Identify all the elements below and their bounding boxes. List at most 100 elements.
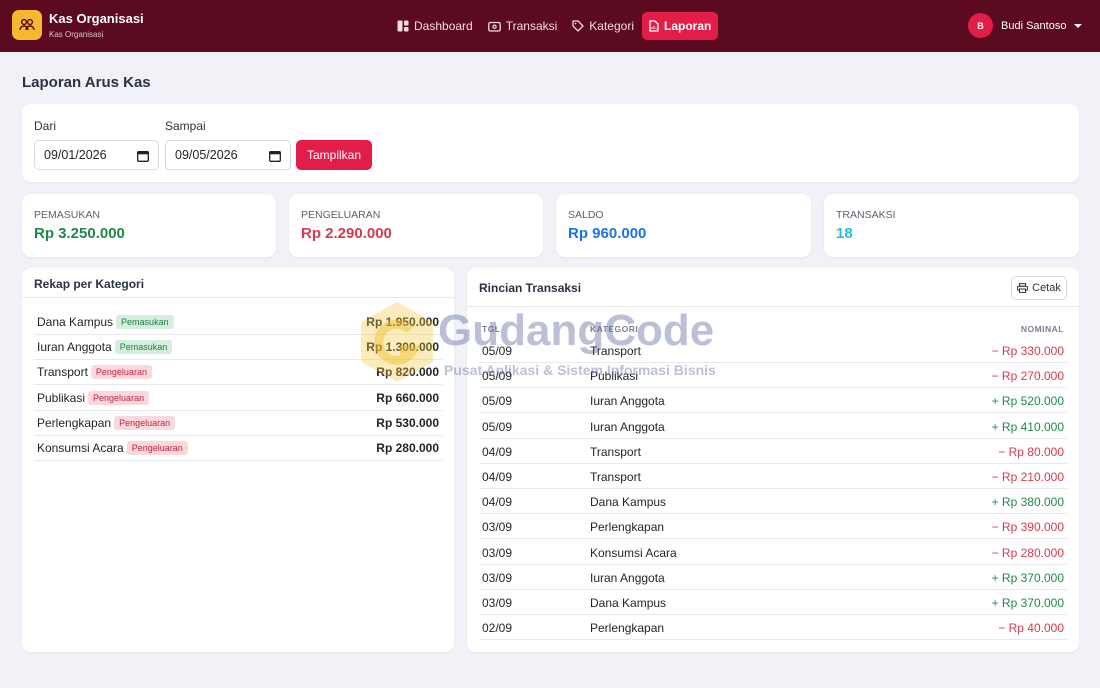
nav-kategori[interactable]: Kategori xyxy=(565,12,641,40)
row-category: Perlengkapan xyxy=(590,621,665,636)
row-category: Dana Kampus xyxy=(590,495,667,510)
from-date-value: 09/01/2026 xyxy=(44,148,107,162)
rekap-amount: Rp 1.950.000 xyxy=(366,315,439,329)
nav-laporan-label: Laporan xyxy=(664,19,712,33)
rekap-title: Rekap per Kategori xyxy=(34,277,145,291)
table-row: 04/09 Transport − Rp 80.000 xyxy=(479,439,1067,464)
rekap-amount: Rp 530.000 xyxy=(376,415,439,430)
rincian-card: Rincian Transaksi Cetak TGL KATEGORI NOM… xyxy=(467,268,1079,652)
rekap-category: Perlengkapan xyxy=(37,415,112,430)
to-date-input[interactable]: 09/05/2026 xyxy=(165,140,291,170)
rekap-row: Perlengkapan Pengeluaran Rp 530.000 xyxy=(34,411,442,436)
stat-expense-value: Rp 2.290.000 xyxy=(301,225,392,242)
stat-income-card: PEMASUKAN Rp 3.250.000 xyxy=(22,194,276,257)
type-badge: Pemasukan xyxy=(114,340,173,355)
row-category: Publikasi xyxy=(590,369,639,384)
rekap-category: Transport xyxy=(37,365,88,380)
nav-transaksi-label: Transaksi xyxy=(505,19,558,33)
table-row: 05/09 Iuran Anggota + Rp 410.000 xyxy=(479,414,1067,439)
table-row: 02/09 Perlengkapan − Rp 40.000 xyxy=(479,615,1067,641)
filter-card: Dari 09/01/2026 Sampai 09/05/2026 Tampil… xyxy=(22,104,1079,182)
table-row: 05/09 Transport − Rp 330.000 xyxy=(479,338,1067,363)
row-date: 03/09 xyxy=(482,520,513,535)
type-badge: Pengeluaran xyxy=(126,441,188,455)
row-date: 05/09 xyxy=(482,419,513,434)
table-row: 05/09 Iuran Anggota + Rp 520.000 xyxy=(479,388,1067,414)
row-date: 05/09 xyxy=(482,344,513,358)
row-category: Iuran Anggota xyxy=(590,570,665,585)
nav-transaksi[interactable]: Transaksi xyxy=(481,12,565,40)
type-badge: Pemasukan xyxy=(116,315,174,329)
row-date: 03/09 xyxy=(482,545,513,560)
stat-count-value: 18 xyxy=(836,225,853,242)
row-category: Perlengkapan xyxy=(590,520,665,535)
row-amount: − Rp 330.000 xyxy=(991,344,1064,358)
brand[interactable]: Kas Organisasi Kas Organisasi xyxy=(12,10,144,40)
dashboard-icon xyxy=(397,20,409,32)
table-row: 04/09 Transport − Rp 210.000 xyxy=(479,464,1067,489)
rekap-amount: Rp 1.300.000 xyxy=(366,340,439,355)
stat-balance-value: Rp 960.000 xyxy=(568,225,647,242)
row-category: Transport xyxy=(590,344,641,358)
row-amount: + Rp 380.000 xyxy=(991,495,1064,510)
row-category: Dana Kampus xyxy=(590,596,667,610)
nav-laporan[interactable]: Laporan xyxy=(642,12,719,40)
row-amount: − Rp 40.000 xyxy=(998,621,1064,636)
stat-balance-label: SALDO xyxy=(568,209,604,221)
chevron-down-icon xyxy=(1074,23,1083,28)
row-date: 05/09 xyxy=(482,394,513,409)
rekap-amount: Rp 660.000 xyxy=(376,390,439,405)
type-badge: Pengeluaran xyxy=(114,415,176,430)
calendar-icon[interactable] xyxy=(137,150,149,162)
row-amount: − Rp 80.000 xyxy=(998,444,1064,459)
nav-kategori-label: Kategori xyxy=(589,19,634,33)
rekap-category: Dana Kampus xyxy=(37,315,114,329)
printer-icon xyxy=(1017,283,1029,293)
user-name: Budi Santoso xyxy=(1001,19,1067,32)
rekap-header: Rekap per Kategori xyxy=(22,268,454,298)
rekap-row: Dana Kampus Pemasukan Rp 1.950.000 xyxy=(34,310,442,335)
row-date: 02/09 xyxy=(482,621,513,636)
show-button[interactable]: Tampilkan xyxy=(296,140,372,170)
row-category: Iuran Anggota xyxy=(590,419,665,434)
row-amount: − Rp 270.000 xyxy=(991,369,1064,384)
print-button[interactable]: Cetak xyxy=(1011,276,1067,300)
col-date: TGL xyxy=(482,324,501,334)
row-amount: − Rp 280.000 xyxy=(991,545,1064,560)
rekap-amount: Rp 280.000 xyxy=(376,441,439,455)
main-nav: Dashboard Transaksi Kategori Laporan xyxy=(390,12,719,40)
to-label: Sampai xyxy=(165,119,206,133)
rekap-card: Rekap per Kategori Dana Kampus Pemasukan R… xyxy=(22,268,454,652)
row-date: 03/09 xyxy=(482,570,513,585)
table-row: 05/09 Publikasi − Rp 270.000 xyxy=(479,363,1067,389)
type-badge: Pengeluaran xyxy=(90,365,152,380)
wallet-icon xyxy=(487,21,501,32)
from-date-input[interactable]: 09/01/2026 xyxy=(34,140,159,170)
from-label: Dari xyxy=(34,119,57,133)
stat-expense-label: PENGELUARAN xyxy=(301,209,381,221)
col-category: KATEGORI xyxy=(590,324,639,334)
row-date: 05/09 xyxy=(482,369,513,384)
row-date: 04/09 xyxy=(482,470,513,484)
stat-balance-card: SALDO Rp 960.000 xyxy=(556,194,811,257)
user-menu[interactable]: B Budi Santoso xyxy=(968,13,1083,38)
rekap-row: Transport Pengeluaran Rp 820.000 xyxy=(34,360,442,386)
stat-income-value: Rp 3.250.000 xyxy=(34,225,125,242)
table-header: TGL KATEGORI NOMINAL xyxy=(479,320,1067,338)
row-category: Konsumsi Acara xyxy=(590,545,677,560)
rekap-row: Publikasi Pengeluaran Rp 660.000 xyxy=(34,386,442,411)
stat-count-label: TRANSAKSI xyxy=(836,209,896,221)
rekap-row: Iuran Anggota Pemasukan Rp 1.300.000 xyxy=(34,335,442,361)
row-date: 03/09 xyxy=(482,596,513,610)
stat-expense-card: PENGELUARAN Rp 2.290.000 xyxy=(289,194,543,257)
rekap-category: Publikasi xyxy=(37,390,86,405)
table-row: 03/09 Perlengkapan − Rp 390.000 xyxy=(479,514,1067,540)
row-category: Transport xyxy=(590,444,641,459)
calendar-icon[interactable] xyxy=(269,150,281,162)
stat-income-label: PEMASUKAN xyxy=(34,209,100,221)
tag-icon xyxy=(572,20,585,32)
nav-dashboard[interactable]: Dashboard xyxy=(390,12,480,40)
avatar: B xyxy=(968,13,993,38)
nav-dashboard-label: Dashboard xyxy=(414,19,473,33)
row-amount: + Rp 370.000 xyxy=(991,570,1064,585)
